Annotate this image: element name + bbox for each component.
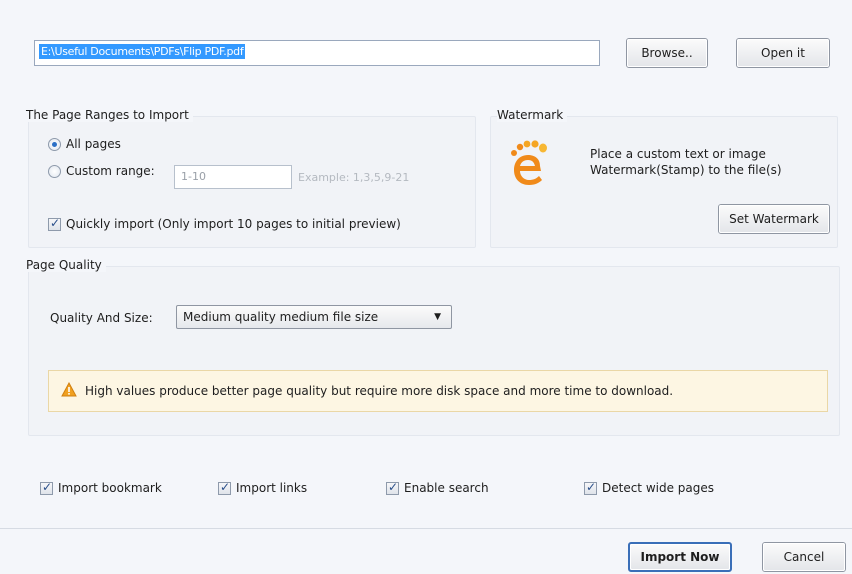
quality-select[interactable]: Medium quality medium file size ▼ — [176, 305, 452, 329]
file-path-text: E:\Useful Documents\PDFs\Flip PDF.pdf — [39, 44, 246, 59]
page-quality-title: Page Quality — [26, 258, 106, 272]
detect-wide-pages-checkbox[interactable] — [584, 480, 597, 495]
import-now-button-label: Import Now — [640, 550, 720, 564]
import-bookmark-label: Import bookmark — [58, 481, 162, 495]
chevron-down-icon: ▼ — [434, 312, 441, 322]
quick-import-checkbox[interactable] — [48, 216, 61, 231]
warning-triangle-icon — [61, 381, 77, 400]
all-pages-radio[interactable] — [48, 137, 61, 151]
custom-range-radio[interactable] — [48, 164, 61, 178]
import-links-label: Import links — [236, 481, 308, 495]
quality-warning-text: High values produce better page quality … — [85, 384, 674, 398]
import-links-option[interactable]: Import links — [218, 480, 308, 495]
quality-warning: High values produce better page quality … — [48, 370, 828, 412]
custom-range-label: Custom range: — [66, 164, 155, 178]
detect-wide-pages-label: Detect wide pages — [602, 481, 715, 495]
quick-import-option[interactable]: Quickly import (Only import 10 pages to … — [48, 216, 401, 231]
quick-import-label: Quickly import (Only import 10 pages to … — [66, 217, 401, 231]
all-pages-label: All pages — [66, 137, 121, 151]
custom-range-option[interactable]: Custom range: — [48, 164, 155, 178]
all-pages-option[interactable]: All pages — [48, 137, 121, 151]
watermark-description: Place a custom text or image Watermark(S… — [590, 146, 782, 178]
quality-label: Quality And Size: — [50, 311, 153, 325]
page-ranges-title: The Page Ranges to Import — [26, 108, 193, 122]
set-watermark-button-label: Set Watermark — [729, 212, 819, 226]
import-bookmark-checkbox[interactable] — [40, 480, 53, 495]
custom-range-example: Example: 1,3,5,9-21 — [298, 171, 410, 184]
watermark-title: Watermark — [497, 108, 568, 122]
import-links-checkbox[interactable] — [218, 480, 231, 495]
detect-wide-pages-option[interactable]: Detect wide pages — [584, 480, 715, 495]
browse-button[interactable]: Browse.. — [626, 38, 708, 68]
enable-search-option[interactable]: Enable search — [386, 480, 489, 495]
cancel-button-label: Cancel — [783, 550, 825, 564]
quality-select-value: Medium quality medium file size — [183, 310, 379, 324]
browse-button-label: Browse.. — [641, 46, 693, 60]
open-it-button-label: Open it — [761, 46, 805, 60]
footprint-e-icon — [506, 138, 550, 188]
import-bookmark-option[interactable]: Import bookmark — [40, 480, 162, 495]
file-path-input[interactable]: E:\Useful Documents\PDFs\Flip PDF.pdf — [34, 40, 600, 66]
watermark-description-line1: Place a custom text or image — [590, 147, 766, 161]
watermark-description-line2: Watermark(Stamp) to the file(s) — [590, 163, 782, 177]
open-it-button[interactable]: Open it — [736, 38, 830, 68]
enable-search-checkbox[interactable] — [386, 480, 399, 495]
set-watermark-button[interactable]: Set Watermark — [718, 204, 830, 234]
custom-range-input[interactable]: 1-10 — [174, 165, 292, 189]
footer-divider — [0, 528, 852, 529]
import-now-button[interactable]: Import Now — [628, 542, 732, 572]
cancel-button[interactable]: Cancel — [762, 542, 846, 572]
enable-search-label: Enable search — [404, 481, 489, 495]
